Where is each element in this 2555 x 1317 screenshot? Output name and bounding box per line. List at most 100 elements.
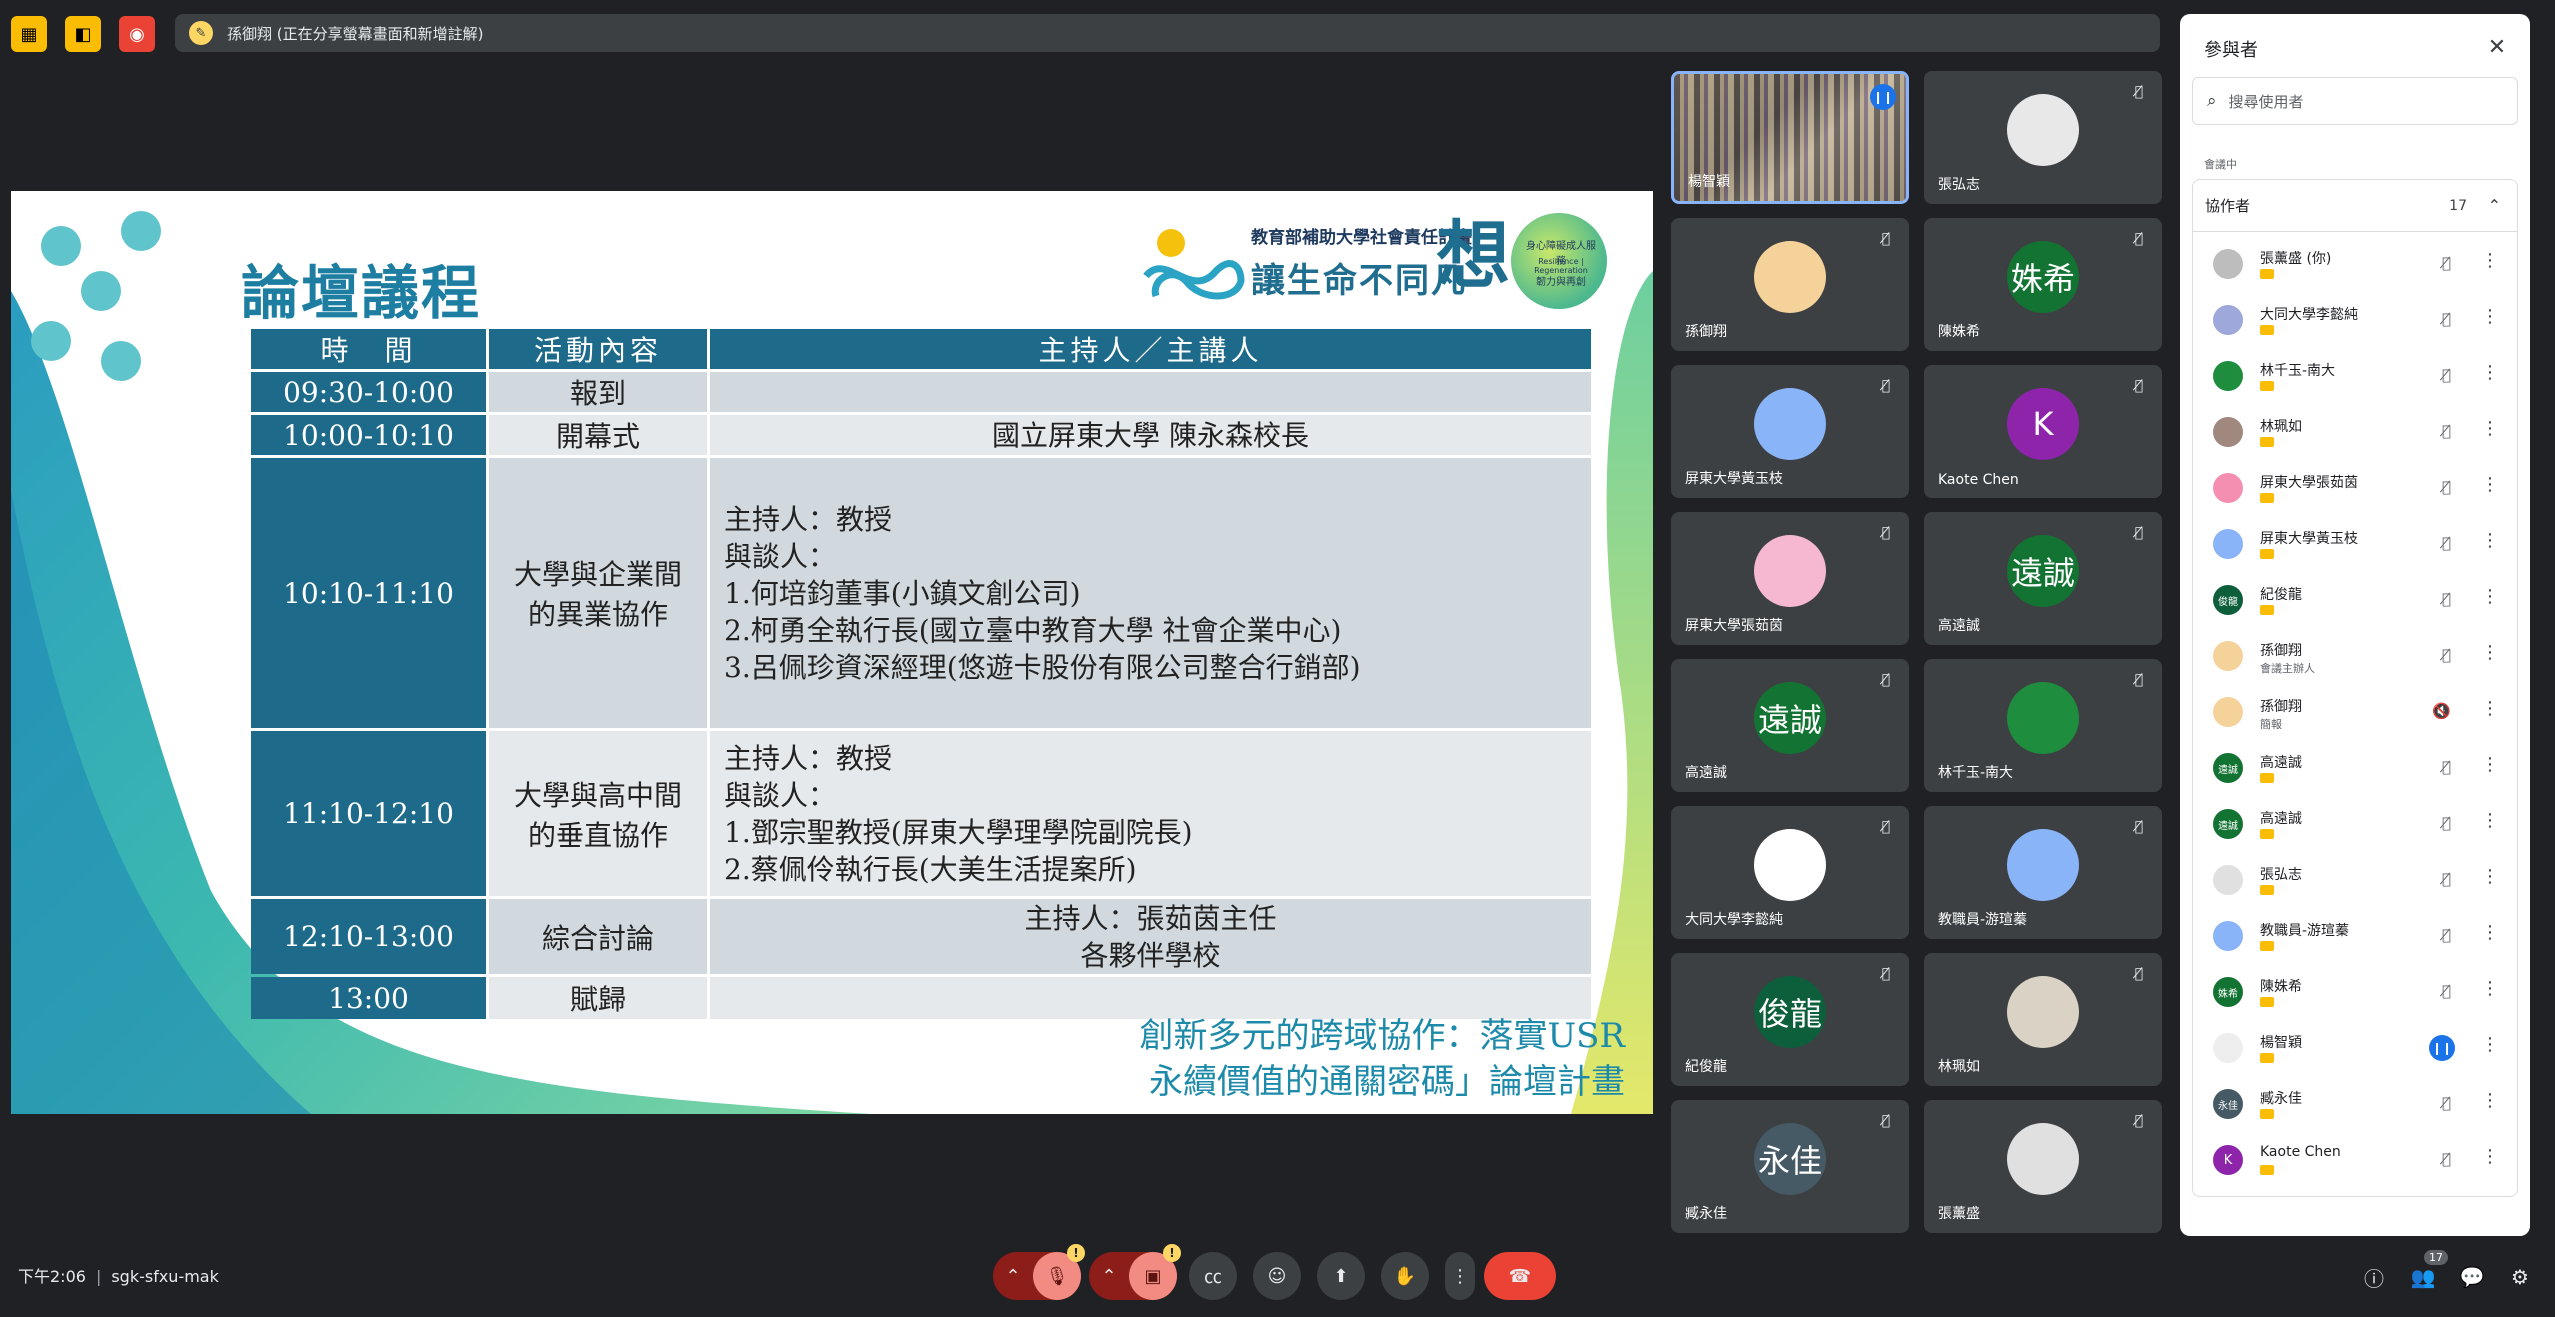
list-item[interactable]: 屏東大學張茹茵 🎙̸ ⋮ xyxy=(2193,460,2517,516)
participant-tile[interactable]: ❙❙ 楊智穎 xyxy=(1671,71,1909,204)
mic-off-icon[interactable]: 🎙̸ xyxy=(2442,758,2451,776)
present-button[interactable]: ⬆ xyxy=(1317,1252,1365,1300)
activities-button[interactable]: ⚙ xyxy=(2505,1262,2535,1292)
captions-button[interactable]: ㏄ xyxy=(1189,1252,1237,1300)
list-item[interactable]: 孫御翔 簡報 🔇 ⋮ xyxy=(2193,684,2517,740)
raise-hand-button[interactable]: ✋ xyxy=(1381,1252,1429,1300)
more-vert-icon[interactable]: ⋮ xyxy=(2481,530,2499,551)
list-item[interactable]: 教職員-游瑄蓁 🎙̸ ⋮ xyxy=(2193,908,2517,964)
more-vert-icon[interactable]: ⋮ xyxy=(2481,306,2499,327)
record-icon[interactable]: ◉ xyxy=(119,16,155,52)
search-people-input[interactable]: ⌕ 搜尋使用者 xyxy=(2192,77,2518,125)
participant-tile[interactable]: 遠誠 🎙̸ 高遠誠 xyxy=(1924,512,2162,645)
mic-off-icon[interactable]: 🎙̸ xyxy=(2442,1150,2451,1168)
leave-call-button[interactable]: ☎ xyxy=(1484,1252,1556,1300)
mic-off-icon[interactable]: 🎙̸ xyxy=(2442,1094,2451,1112)
list-item[interactable]: 張弘志 🎙̸ ⋮ xyxy=(2193,852,2517,908)
more-vert-icon[interactable]: ⋮ xyxy=(2481,362,2499,383)
mic-off-icon[interactable]: 🎙̸ xyxy=(2442,926,2451,944)
more-vert-icon[interactable]: ⋮ xyxy=(2481,866,2499,887)
mic-off-icon[interactable]: 🎙̸ xyxy=(2442,982,2451,1000)
list-item[interactable]: 姝希 陳姝希 🎙̸ ⋮ xyxy=(2193,964,2517,1020)
mic-off-icon[interactable]: 🎙̸ xyxy=(2442,422,2451,440)
participant-tile[interactable]: 🎙̸ 屏東大學張茹茵 xyxy=(1671,512,1909,645)
participant-name: 林珮如 xyxy=(1938,1059,1980,1075)
collaborators-group-header[interactable]: 協作者 17 ⌃ xyxy=(2193,180,2517,232)
list-item[interactable]: 林珮如 🎙̸ ⋮ xyxy=(2193,404,2517,460)
people-button[interactable]: 👥 17 xyxy=(2408,1250,2448,1292)
participant-tile[interactable]: 🎙̸ 張薰盛 xyxy=(1924,1100,2162,1233)
more-vert-icon[interactable]: ⋮ xyxy=(2481,978,2499,999)
participant-tile[interactable]: 姝希 🎙̸ 陳姝希 xyxy=(1924,218,2162,351)
avatar xyxy=(2007,681,2079,754)
chevron-up-icon[interactable]: ⌃ xyxy=(2488,196,2501,215)
logo-circle-line3: 韌力與再創 xyxy=(1536,277,1586,288)
list-item[interactable]: K Kaote Chen 🎙̸ ⋮ xyxy=(2193,1132,2517,1188)
mic-off-icon[interactable]: 🎙̸ xyxy=(2442,870,2451,888)
chat-button[interactable]: 💬 xyxy=(2457,1262,2487,1292)
list-item[interactable]: 林千玉-南大 🎙̸ ⋮ xyxy=(2193,348,2517,404)
more-options-button[interactable]: ⋮ xyxy=(1445,1252,1475,1300)
list-item[interactable]: 俊龍 紀俊龍 🎙̸ ⋮ xyxy=(2193,572,2517,628)
list-item[interactable]: 遠誠 高遠誠 🎙̸ ⋮ xyxy=(2193,796,2517,852)
list-item[interactable]: 大同大學李懿純 🎙̸ ⋮ xyxy=(2193,292,2517,348)
camera-options-chevron-icon[interactable]: ⌃ xyxy=(1089,1252,1129,1300)
mic-off-icon[interactable]: 🎙̸ xyxy=(2442,366,2451,384)
cohost-badge-icon xyxy=(2260,773,2274,783)
participant-tile[interactable]: 🎙̸ 大同大學李懿純 xyxy=(1671,806,1909,939)
reactions-button[interactable]: ☺ xyxy=(1253,1252,1301,1300)
more-vert-icon[interactable]: ⋮ xyxy=(2481,1146,2499,1167)
list-item[interactable]: 楊智穎 ❙❙ ⋮ xyxy=(2193,1020,2517,1076)
mic-off-icon[interactable]: 🎙̸ xyxy=(2442,646,2451,664)
mic-options-chevron-icon[interactable]: ⌃ xyxy=(993,1252,1033,1300)
speaking-indicator-icon[interactable]: ❙❙ xyxy=(2429,1035,2455,1061)
list-item[interactable]: 遠誠 高遠誠 🎙̸ ⋮ xyxy=(2193,740,2517,796)
mic-off-icon[interactable]: 🎙̸ xyxy=(2442,534,2451,552)
more-vert-icon[interactable]: ⋮ xyxy=(2481,698,2499,719)
mic-off-icon[interactable]: 🎙̸ xyxy=(2442,590,2451,608)
list-item[interactable]: 孫御翔 會議主辦人 🎙̸ ⋮ xyxy=(2193,628,2517,684)
close-panel-button[interactable]: ✕ xyxy=(2482,32,2512,62)
annotation-off-icon[interactable]: ▦ xyxy=(11,16,47,52)
more-vert-icon[interactable]: ⋮ xyxy=(2481,810,2499,831)
more-vert-icon[interactable]: ⋮ xyxy=(2481,474,2499,495)
cohost-badge-icon xyxy=(2260,1053,2274,1063)
participant-tile[interactable]: 🎙̸ 教職員-游瑄蓁 xyxy=(1924,806,2162,939)
mic-off-icon[interactable]: 🎙̸ xyxy=(2442,814,2451,832)
participant-tile[interactable]: 🎙̸ 屏東大學黃玉枝 xyxy=(1671,365,1909,498)
cohost-badge-icon xyxy=(2260,269,2274,279)
more-vert-icon[interactable]: ⋮ xyxy=(2481,586,2499,607)
person-name: 張薰盛 (你) xyxy=(2260,251,2332,267)
in-meeting-label: 會議中 xyxy=(2204,158,2237,171)
meeting-details-button[interactable]: ⓘ xyxy=(2359,1262,2389,1292)
list-item[interactable]: 張薰盛 (你) 🎙̸ ⋮ xyxy=(2193,236,2517,292)
mic-off-icon[interactable]: 🎙̸ xyxy=(2442,310,2451,328)
participant-tile[interactable]: 🎙̸ 孫御翔 xyxy=(1671,218,1909,351)
camera-toggle-button[interactable]: ▣! xyxy=(1129,1244,1181,1300)
more-vert-icon[interactable]: ⋮ xyxy=(2481,250,2499,271)
list-item[interactable]: 永佳 臧永佳 🎙̸ ⋮ xyxy=(2193,1076,2517,1132)
more-vert-icon[interactable]: ⋮ xyxy=(2481,922,2499,943)
more-vert-icon[interactable]: ⋮ xyxy=(2481,754,2499,775)
agenda-activity: 報到 xyxy=(489,372,707,412)
participant-tile[interactable]: K 🎙̸ Kaote Chen xyxy=(1924,365,2162,498)
more-vert-icon[interactable]: ⋮ xyxy=(2481,642,2499,663)
mic-off-icon[interactable]: 🔇 xyxy=(2432,702,2451,720)
layout-icon[interactable]: ◧ xyxy=(65,16,101,52)
mic-off-icon[interactable]: 🎙̸ xyxy=(2442,254,2451,272)
participant-tile[interactable]: 遠誠 🎙̸ 高遠誠 xyxy=(1671,659,1909,792)
mic-toggle-button[interactable]: 🎙! xyxy=(1033,1244,1085,1300)
participant-tile[interactable]: 俊龍 🎙̸ 紀俊龍 xyxy=(1671,953,1909,1086)
participant-tile[interactable]: 永佳 🎙̸ 臧永佳 xyxy=(1671,1100,1909,1233)
more-vert-icon[interactable]: ⋮ xyxy=(2481,1090,2499,1111)
participant-tile[interactable]: 🎙̸ 張弘志 xyxy=(1924,71,2162,204)
shared-screen-slide: 論壇議程 教育部補助大學社會責任計畫 讓生命不同凡 想 身心障礙成人服務 Res… xyxy=(11,191,1653,1114)
list-item[interactable]: 屏東大學黃玉枝 🎙̸ ⋮ xyxy=(2193,516,2517,572)
avatar xyxy=(2213,641,2243,671)
participant-tile[interactable]: 🎙̸ 林千玉-南大 xyxy=(1924,659,2162,792)
participant-tile[interactable]: 🎙̸ 林珮如 xyxy=(1924,953,2162,1086)
more-vert-icon[interactable]: ⋮ xyxy=(2481,1034,2499,1055)
mic-off-icon: 🎙̸ xyxy=(2134,672,2144,688)
more-vert-icon[interactable]: ⋮ xyxy=(2481,418,2499,439)
mic-off-icon[interactable]: 🎙̸ xyxy=(2442,478,2451,496)
